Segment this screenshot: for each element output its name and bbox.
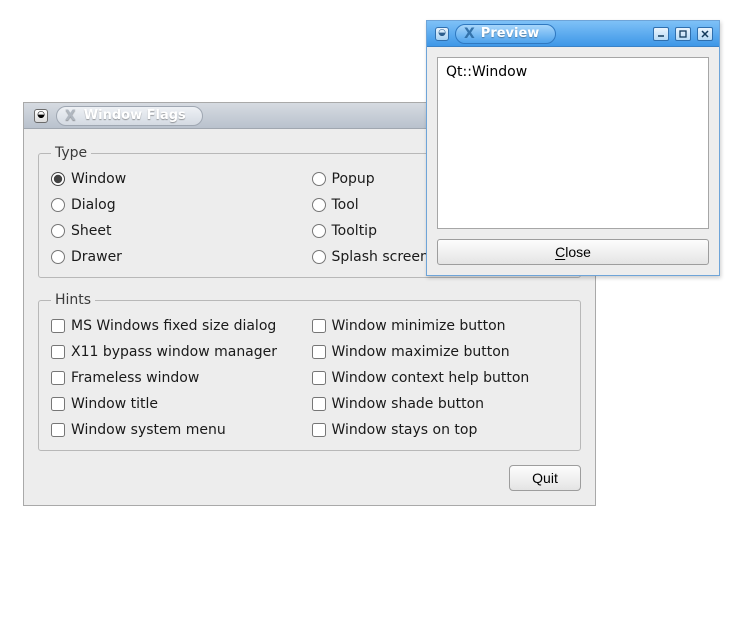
hints-group: Hints MS Windows fixed size dialog X11 by…: [38, 292, 581, 451]
hint-checkbox-ms-windows-fixed-size-dialog[interactable]: MS Windows fixed size dialog: [51, 318, 308, 334]
hint-checkbox-input-window-stays-on-top[interactable]: [312, 423, 326, 437]
type-radio-input-tool[interactable]: [312, 198, 326, 212]
type-radio-label: Sheet: [71, 223, 111, 239]
hint-checkbox-window-minimize-button[interactable]: Window minimize button: [312, 318, 569, 334]
type-radio-input-popup[interactable]: [312, 172, 326, 186]
type-radio-label: Tool: [332, 197, 359, 213]
hint-checkbox-label: Window system menu: [71, 422, 226, 438]
preview-x-logo-icon: X: [464, 26, 475, 42]
type-radio-input-splash-screen[interactable]: [312, 250, 326, 264]
type-radio-dialog[interactable]: Dialog: [51, 197, 308, 213]
main-window-title: Window Flags: [84, 108, 186, 123]
type-radio-label: Drawer: [71, 249, 122, 265]
type-radio-input-drawer[interactable]: [51, 250, 65, 264]
type-radio-input-dialog[interactable]: [51, 198, 65, 212]
type-radio-label: Dialog: [71, 197, 116, 213]
hint-checkbox-label: Window shade button: [332, 396, 485, 412]
preview-titlebar[interactable]: ◒ X Preview: [427, 21, 719, 47]
hint-checkbox-input-window-title[interactable]: [51, 397, 65, 411]
type-radio-label: Splash screen: [332, 249, 429, 265]
type-radio-input-tooltip[interactable]: [312, 224, 326, 238]
hint-checkbox-label: Window minimize button: [332, 318, 506, 334]
type-radio-label: Window: [71, 171, 126, 187]
hint-checkbox-window-shade-button[interactable]: Window shade button: [312, 396, 569, 412]
hints-legend: Hints: [51, 292, 95, 308]
hint-checkbox-input-window-system-menu[interactable]: [51, 423, 65, 437]
type-radio-drawer[interactable]: Drawer: [51, 249, 308, 265]
type-radio-label: Popup: [332, 171, 375, 187]
preview-title-pill: X Preview: [455, 24, 556, 44]
preview-window: ◒ X Preview Qt::Window Close: [426, 20, 720, 276]
hint-checkbox-input-x11-bypass-window-manager[interactable]: [51, 345, 65, 359]
hint-checkbox-input-window-context-help-button[interactable]: [312, 371, 326, 385]
close-button[interactable]: Close: [437, 239, 709, 265]
hint-checkbox-label: X11 bypass window manager: [71, 344, 277, 360]
type-radio-sheet[interactable]: Sheet: [51, 223, 308, 239]
type-radio-input-window[interactable]: [51, 172, 65, 186]
hint-checkbox-window-context-help-button[interactable]: Window context help button: [312, 370, 569, 386]
hint-checkbox-label: MS Windows fixed size dialog: [71, 318, 276, 334]
type-legend: Type: [51, 145, 91, 161]
hint-checkbox-label: Window maximize button: [332, 344, 510, 360]
hint-checkbox-input-ms-windows-fixed-size-dialog[interactable]: [51, 319, 65, 333]
hint-checkbox-window-title[interactable]: Window title: [51, 396, 308, 412]
close-window-button[interactable]: [697, 27, 713, 41]
type-radio-window[interactable]: Window: [51, 171, 308, 187]
hint-checkbox-window-system-menu[interactable]: Window system menu: [51, 422, 308, 438]
hint-checkbox-input-window-maximize-button[interactable]: [312, 345, 326, 359]
hint-checkbox-input-window-shade-button[interactable]: [312, 397, 326, 411]
quit-button[interactable]: Quit: [509, 465, 581, 491]
preview-body: Qt::Window Close: [427, 47, 719, 275]
preview-window-title: Preview: [481, 26, 540, 41]
hint-checkbox-x11-bypass-window-manager[interactable]: X11 bypass window manager: [51, 344, 308, 360]
type-radio-label: Tooltip: [332, 223, 377, 239]
main-title-pill: X Window Flags: [56, 106, 203, 126]
minimize-button[interactable]: [653, 27, 669, 41]
hint-checkbox-frameless-window[interactable]: Frameless window: [51, 370, 308, 386]
maximize-button[interactable]: [675, 27, 691, 41]
hint-checkbox-input-frameless-window[interactable]: [51, 371, 65, 385]
hint-checkbox-window-maximize-button[interactable]: Window maximize button: [312, 344, 569, 360]
hint-checkbox-window-stays-on-top[interactable]: Window stays on top: [312, 422, 569, 438]
preview-system-menu-icon[interactable]: ◒: [435, 27, 449, 41]
hint-checkbox-input-window-minimize-button[interactable]: [312, 319, 326, 333]
system-menu-icon[interactable]: ◒: [34, 109, 48, 123]
type-radio-input-sheet[interactable]: [51, 224, 65, 238]
hint-checkbox-label: Window stays on top: [332, 422, 478, 438]
hint-checkbox-label: Frameless window: [71, 370, 199, 386]
x-logo-icon: X: [65, 108, 76, 124]
hint-checkbox-label: Window title: [71, 396, 158, 412]
preview-content: Qt::Window: [437, 57, 709, 229]
hint-checkbox-label: Window context help button: [332, 370, 530, 386]
